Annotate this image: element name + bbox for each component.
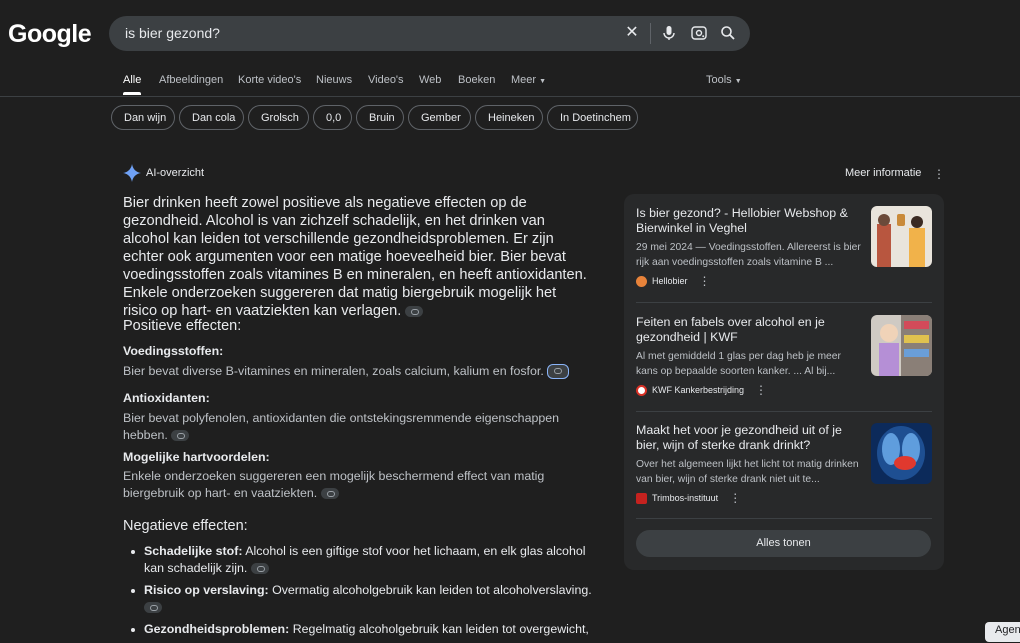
search-box[interactable]: is bier gezond? ✕ [109, 16, 750, 51]
chip-heineken[interactable]: Heineken [475, 105, 543, 130]
mic-icon[interactable] [660, 24, 678, 42]
source-thumbnail[interactable] [871, 315, 932, 376]
ai-summary-text: Bier drinken heeft zowel positieve als n… [123, 195, 587, 319]
tools-label: Tools [706, 74, 732, 86]
source-card[interactable]: Is bier gezond? - Hellobier Webshop & Bi… [636, 206, 932, 287]
search-icon[interactable] [719, 24, 737, 42]
tab-boeken[interactable]: Boeken [458, 74, 495, 86]
lens-icon[interactable] [690, 24, 708, 42]
source-snippet: Al met gemiddeld 1 glas per dag heb je m… [636, 351, 841, 377]
more-info-link[interactable]: Meer informatie [845, 167, 921, 179]
tab-web[interactable]: Web [419, 74, 441, 86]
chip-dan-cola[interactable]: Dan cola [179, 105, 244, 130]
chip-dan-wijn[interactable]: Dan wijn [111, 105, 175, 130]
tab-nieuws[interactable]: Nieuws [316, 74, 352, 86]
source-thumbnail[interactable] [871, 206, 932, 267]
more-options-icon[interactable]: ⋮ [729, 492, 741, 504]
positive-title-heart: Mogelijke hartvoordelen: [123, 450, 270, 464]
tools-button[interactable]: Tools ▼ [706, 74, 742, 86]
tab-alle[interactable]: Alle [123, 74, 141, 86]
search-divider [650, 23, 651, 44]
more-options-icon[interactable]: ⋮ [699, 275, 711, 287]
source-site-name: Trimbos-instituut [652, 493, 719, 503]
sources-panel: Is bier gezond? - Hellobier Webshop & Bi… [624, 194, 944, 570]
source-divider [636, 518, 932, 519]
positive-text: Bier bevat diverse B-vitamines en minera… [123, 364, 544, 378]
tab-meer-label: Meer [511, 74, 537, 86]
list-item: Gezondheidsproblemen: Regelmatig alcohol… [123, 621, 598, 638]
positive-text-antioxidants: Bier bevat polyfenolen, antioxidanten di… [123, 410, 563, 444]
list-item: Risico op verslaving: Overmatig alcoholg… [123, 582, 598, 616]
source-site: KWF Kankerbestrijding ⋮ [636, 384, 932, 396]
ai-overview-title: AI-overzicht [146, 167, 205, 179]
negative-title: Schadelijke stof: [144, 544, 243, 558]
positive-text-heart: Enkele onderzoeken suggereren een mogeli… [123, 468, 553, 502]
link-icon[interactable] [250, 563, 269, 575]
positive-title-antioxidants: Antioxidanten: [123, 391, 210, 405]
negative-list: Schadelijke stof: Alcohol is een giftige… [123, 543, 598, 643]
trimbos-favicon-icon [636, 492, 647, 504]
tabs-divider [0, 96, 1020, 97]
link-icon[interactable] [320, 488, 339, 500]
source-snippet: 29 mei 2024 — Voedingsstoffen. Allereers… [636, 242, 861, 268]
negative-title: Risico op verslaving: [144, 583, 269, 597]
chip-grolsch[interactable]: Grolsch [248, 105, 309, 130]
kwf-favicon-icon [636, 384, 647, 396]
source-thumbnail[interactable] [871, 423, 932, 484]
source-site: Trimbos-instituut ⋮ [636, 492, 932, 504]
tab-videos[interactable]: Video's [368, 74, 404, 86]
agent-button[interactable]: Agen [985, 622, 1020, 642]
link-icon[interactable] [547, 364, 570, 380]
show-all-button[interactable]: Alles tonen [636, 530, 931, 557]
tab-afbeeldingen[interactable]: Afbeeldingen [159, 74, 223, 86]
list-item: Schadelijke stof: Alcohol is een giftige… [123, 543, 598, 577]
more-options-icon[interactable]: ⋮ [933, 168, 945, 180]
link-icon[interactable] [405, 305, 424, 317]
caret-down-icon: ▼ [539, 78, 547, 85]
active-tab-indicator [123, 92, 141, 95]
caret-down-icon: ▼ [734, 78, 742, 85]
search-input[interactable]: is bier gezond? [125, 25, 220, 41]
more-options-icon[interactable]: ⋮ [755, 384, 767, 396]
google-logo[interactable]: Google [8, 20, 92, 49]
hellobier-favicon-icon [636, 275, 647, 287]
chip-gember[interactable]: Gember [408, 105, 471, 130]
source-site-name: KWF Kankerbestrijding [652, 385, 745, 395]
source-title[interactable]: Is bier gezond? - Hellobier Webshop & Bi… [636, 206, 864, 236]
source-card[interactable]: Maakt het voor je gezondheid uit of je b… [636, 423, 932, 504]
negative-text: Overmatig alcoholgebruik kan leiden tot … [268, 583, 592, 597]
link-icon[interactable] [144, 602, 162, 614]
source-divider [636, 411, 932, 412]
positive-text-nutrients: Bier bevat diverse B-vitamines en minera… [123, 363, 583, 380]
source-title[interactable]: Feiten en fabels over alcohol en je gezo… [636, 315, 864, 345]
negative-text: Regelmatig alcoholgebruik kan leiden tot… [289, 622, 589, 636]
source-snippet: Over het algemeen lijkt het licht tot ma… [636, 459, 859, 485]
positive-title-nutrients: Voedingsstoffen: [123, 344, 224, 358]
chip-in-doetinchem[interactable]: In Doetinchem [547, 105, 638, 130]
source-divider [636, 302, 932, 303]
chip-bruin[interactable]: Bruin [356, 105, 404, 130]
negative-title: Gezondheidsproblemen: [144, 622, 290, 636]
tab-meer[interactable]: Meer ▼ [511, 74, 546, 86]
source-title[interactable]: Maakt het voor je gezondheid uit of je b… [636, 423, 864, 453]
tab-korte-videos[interactable]: Korte video's [238, 74, 301, 86]
link-icon[interactable] [171, 430, 190, 442]
chip-0-0[interactable]: 0,0 [313, 105, 352, 130]
source-site: Hellobier ⋮ [636, 275, 932, 287]
negative-heading: Negatieve effecten: [123, 518, 248, 534]
ai-summary: Bier drinken heeft zowel positieve als n… [123, 194, 593, 320]
source-card[interactable]: Feiten en fabels over alcohol en je gezo… [636, 315, 932, 396]
ai-sparkle-icon [123, 164, 141, 187]
positive-heading: Positieve effecten: [123, 318, 242, 334]
close-icon[interactable]: ✕ [623, 24, 641, 42]
source-site-name: Hellobier [652, 276, 688, 286]
